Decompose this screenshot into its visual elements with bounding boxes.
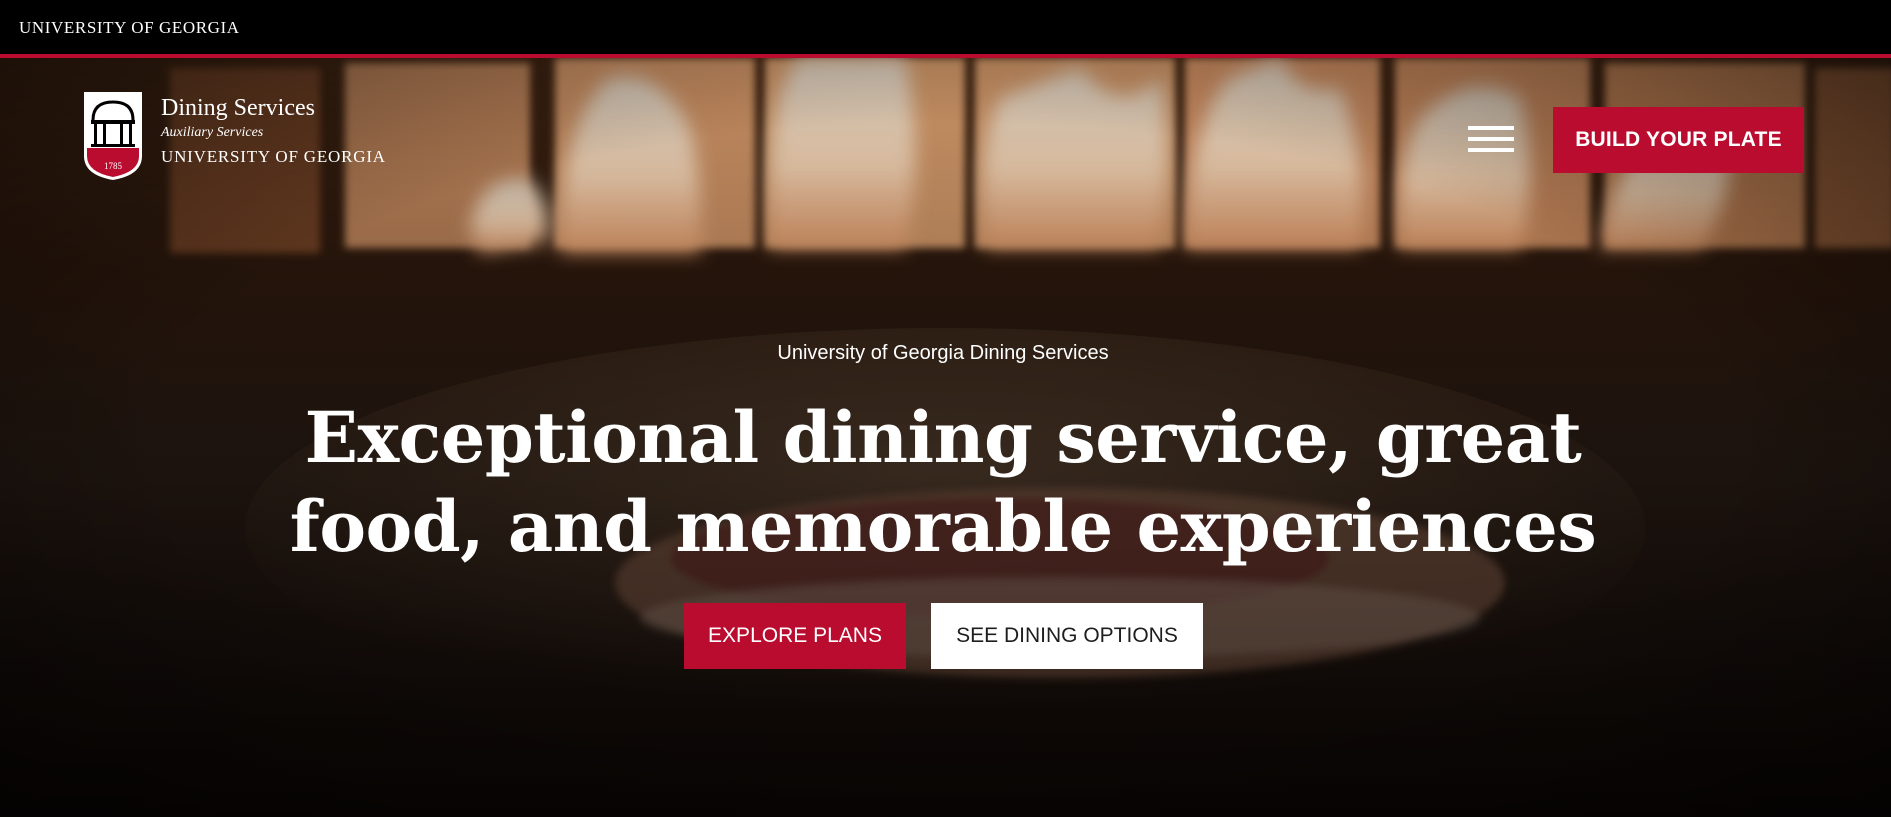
hero-headline: Exceptional dining service, great food, … bbox=[289, 396, 1597, 568]
hero-section: 1785 Dining Services Auxiliary Services … bbox=[0, 58, 1891, 817]
logo-university: UNIVERSITY OF GEORGIA bbox=[161, 147, 386, 166]
logo-subtitle: Auxiliary Services bbox=[161, 125, 264, 140]
menu-bar-top bbox=[1468, 126, 1514, 130]
seal-year: 1785 bbox=[104, 161, 123, 171]
build-your-plate-button[interactable]: BUILD YOUR PLATE bbox=[1553, 107, 1804, 173]
uga-arch-shield-icon: 1785 bbox=[84, 92, 142, 180]
explore-plans-button[interactable]: EXPLORE PLANS bbox=[684, 603, 906, 669]
logo-title: Dining Services bbox=[161, 95, 315, 121]
hamburger-menu-icon[interactable] bbox=[1466, 124, 1516, 154]
utility-bar: UNIVERSITY OF GEORGIA bbox=[0, 0, 1891, 58]
dining-services-logo[interactable]: 1785 Dining Services Auxiliary Services … bbox=[81, 90, 421, 182]
hero-eyebrow: University of Georgia Dining Services bbox=[777, 342, 1109, 364]
university-home-link[interactable]: UNIVERSITY OF GEORGIA bbox=[19, 18, 240, 38]
menu-bar-middle bbox=[1468, 137, 1514, 141]
menu-bar-bottom bbox=[1468, 148, 1514, 152]
see-dining-options-button[interactable]: SEE DINING OPTIONS bbox=[931, 603, 1203, 669]
